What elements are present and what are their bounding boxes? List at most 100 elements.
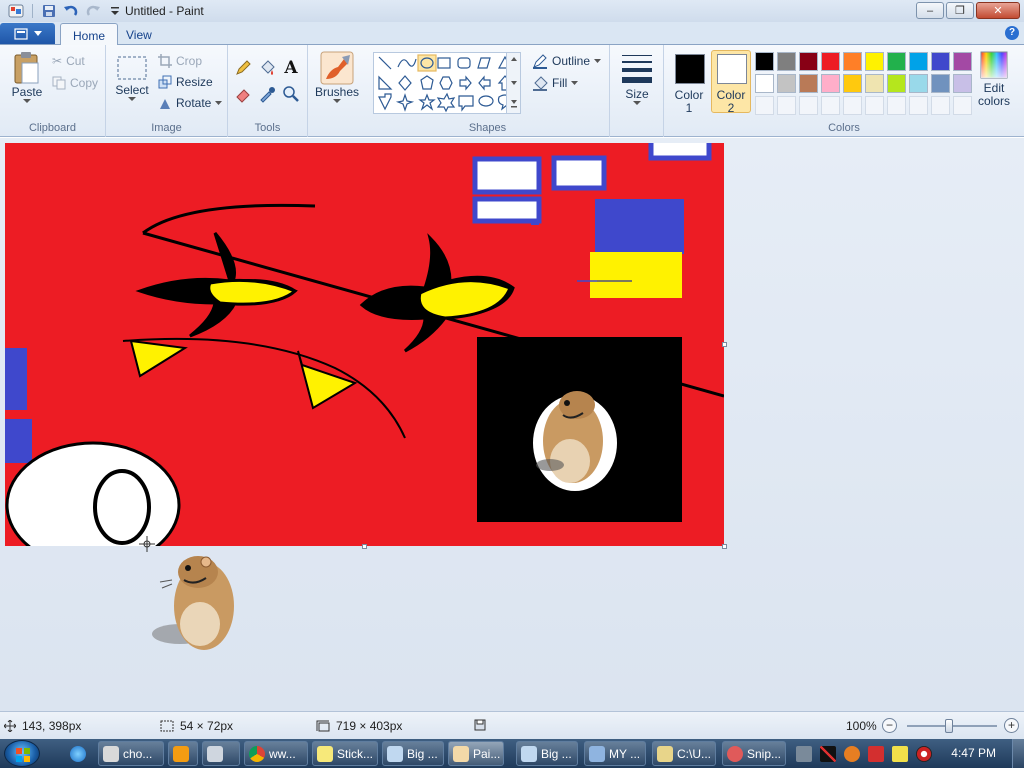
zoom-slider-thumb[interactable] — [945, 719, 953, 733]
palette-swatch[interactable] — [909, 74, 928, 93]
help-icon[interactable]: ? — [1005, 26, 1019, 40]
resize-button[interactable]: Resize — [158, 72, 213, 92]
tray-tool-icon[interactable] — [820, 745, 836, 762]
eraser-icon[interactable] — [232, 83, 254, 105]
paint-menu-button[interactable] — [0, 23, 55, 44]
crop-button[interactable]: Crop — [158, 51, 202, 71]
palette-swatch[interactable] — [953, 52, 972, 71]
palette-swatch-custom[interactable] — [821, 96, 840, 115]
palette-swatch[interactable] — [799, 74, 818, 93]
taskbar-chrome[interactable]: ww... — [244, 741, 308, 766]
clock[interactable]: 4:47 PM — [951, 746, 996, 760]
palette-swatch-custom[interactable] — [777, 96, 796, 115]
palette-swatch[interactable] — [755, 52, 774, 71]
palette-swatch-custom[interactable] — [865, 96, 884, 115]
palette-swatch-custom[interactable] — [887, 96, 906, 115]
palette-swatch-custom[interactable] — [931, 96, 950, 115]
palette-swatch[interactable] — [777, 74, 796, 93]
rotate-button[interactable]: Rotate — [158, 93, 223, 113]
palette-swatch[interactable] — [865, 74, 884, 93]
redo-icon[interactable] — [83, 2, 103, 20]
palette-swatch[interactable] — [931, 74, 950, 93]
zoom-in-button[interactable]: + — [1004, 718, 1019, 733]
palette-swatch[interactable] — [821, 52, 840, 71]
copy-button[interactable]: Copy — [52, 73, 98, 93]
fill-bucket-icon[interactable] — [256, 57, 278, 79]
color-1-button[interactable]: Color 1 — [669, 50, 709, 115]
palette-swatch[interactable] — [887, 52, 906, 71]
palette-swatch[interactable] — [843, 52, 862, 71]
color-1-swatch — [675, 54, 705, 84]
palette-swatch[interactable] — [887, 74, 906, 93]
maximize-button[interactable]: ❐ — [946, 2, 974, 19]
canvas-resize-handle-right[interactable] — [722, 342, 727, 347]
palette-swatch[interactable] — [843, 74, 862, 93]
start-button[interactable] — [4, 740, 40, 767]
white-box-1 — [472, 156, 542, 195]
brushes-button[interactable]: Brushes — [314, 51, 360, 104]
fill-button[interactable]: Fill — [532, 73, 579, 93]
palette-swatch[interactable] — [821, 74, 840, 93]
tray-record-icon[interactable] — [916, 745, 932, 762]
customize-qat-icon[interactable] — [105, 2, 125, 20]
canvas-resize-handle-bottom[interactable] — [362, 544, 367, 549]
paint-app-icon[interactable] — [6, 2, 26, 20]
taskbar-media-player[interactable] — [168, 741, 198, 766]
palette-swatch-custom[interactable] — [843, 96, 862, 115]
flag-icon[interactable] — [868, 745, 884, 762]
color-picker-icon[interactable] — [256, 83, 278, 105]
palette-swatch-custom[interactable] — [755, 96, 774, 115]
palette-swatch-custom[interactable] — [909, 96, 928, 115]
hamster-image-floating[interactable] — [150, 546, 242, 656]
paste-button[interactable]: Paste — [8, 51, 46, 104]
cut-button[interactable]: ✂ Cut — [52, 51, 85, 71]
show-desktop-button[interactable] — [1012, 739, 1024, 768]
undo-icon[interactable] — [61, 2, 81, 20]
edit-colors-button[interactable]: Edit colors — [976, 51, 1012, 108]
zoom-out-button[interactable]: − — [882, 718, 897, 733]
taskbar-snipping[interactable]: Snip... — [722, 741, 786, 766]
taskbar-paint[interactable]: Pai... — [448, 741, 504, 766]
taskbar-ie[interactable] — [66, 741, 94, 766]
tray-notes-icon[interactable] — [892, 745, 908, 762]
tray-app-icon[interactable] — [796, 745, 812, 762]
canvas-drawing[interactable] — [5, 143, 724, 546]
palette-swatch[interactable] — [755, 74, 774, 93]
outline-button[interactable]: Outline — [532, 51, 602, 71]
tab-home[interactable]: Home — [60, 23, 119, 46]
palette-swatch-custom[interactable] — [799, 96, 818, 115]
minimize-button[interactable]: ‒ — [916, 2, 944, 19]
taskbar-explorer[interactable]: C:\U... — [652, 741, 716, 766]
taskbar-big-1[interactable]: Big ... — [382, 741, 444, 766]
select-button[interactable]: Select — [114, 53, 150, 102]
palette-swatch[interactable] — [865, 52, 884, 71]
taskbar-my[interactable]: MY ... — [584, 741, 646, 766]
snipping-tool-icon — [727, 745, 743, 762]
tray-search-icon[interactable] — [844, 745, 860, 762]
pencil-icon[interactable] — [232, 57, 254, 79]
text-tool-icon[interactable]: A — [280, 57, 302, 79]
canvas-resize-handle-corner[interactable] — [722, 544, 727, 549]
palette-swatch[interactable] — [777, 52, 796, 71]
ribbon-tabs: Home View ? — [0, 22, 1024, 46]
taskbar-calculator[interactable] — [202, 741, 240, 766]
drawing-canvas[interactable] — [5, 143, 724, 546]
tab-view[interactable]: View — [114, 23, 164, 45]
magnifier-icon[interactable] — [280, 83, 302, 105]
palette-swatch[interactable] — [931, 52, 950, 71]
close-button[interactable]: ✕ — [976, 2, 1020, 19]
taskbar-big-2[interactable]: Big ... — [516, 741, 578, 766]
paste-label: Paste — [11, 85, 43, 99]
color-2-button[interactable]: Color 2 — [711, 50, 751, 115]
palette-swatch[interactable] — [953, 74, 972, 93]
size-label: Size — [625, 87, 649, 101]
size-button[interactable]: Size — [616, 53, 658, 106]
palette-swatch[interactable] — [909, 52, 928, 71]
shapes-scroll[interactable] — [506, 53, 520, 113]
palette-swatch-custom[interactable] — [953, 96, 972, 115]
canvas-workspace[interactable] — [0, 138, 1024, 711]
taskbar-sticky-notes[interactable]: Stick... — [312, 741, 378, 766]
taskbar-item-1[interactable]: cho... — [98, 741, 164, 766]
save-icon[interactable] — [39, 2, 59, 20]
palette-swatch[interactable] — [799, 52, 818, 71]
